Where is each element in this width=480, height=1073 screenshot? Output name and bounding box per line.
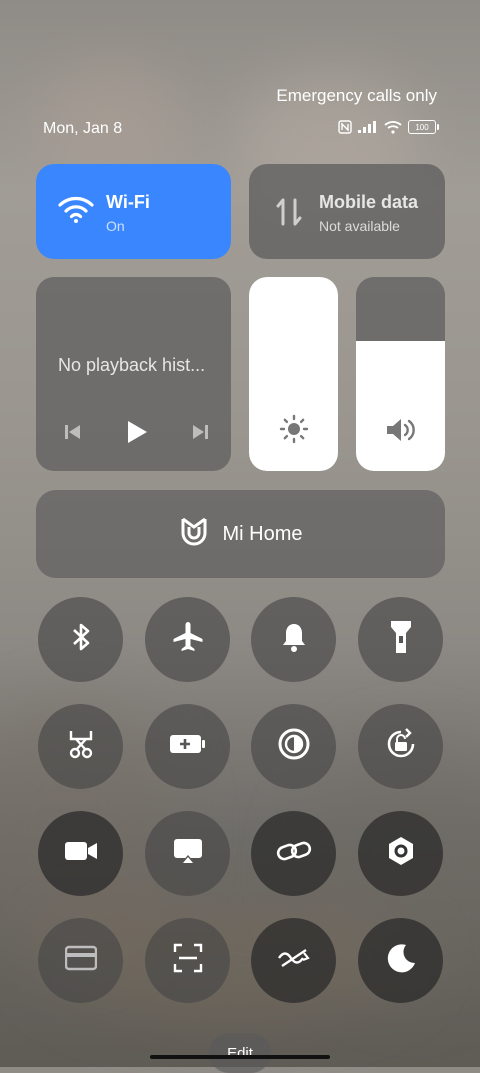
volume-level <box>356 341 445 471</box>
home-indicator[interactable] <box>150 1055 330 1059</box>
flashlight-icon <box>389 619 413 660</box>
next-icon[interactable] <box>191 423 209 446</box>
signal-icon <box>358 121 378 133</box>
cast-icon <box>173 838 203 869</box>
play-icon[interactable] <box>126 420 148 449</box>
mi-home-label: Mi Home <box>222 522 303 545</box>
scissors-icon <box>65 728 97 765</box>
mobile-data-title: Mobile data <box>319 192 419 212</box>
card-icon <box>64 945 97 976</box>
contrast-icon <box>277 727 311 766</box>
wifi-status: On <box>106 218 125 234</box>
link-toggle[interactable] <box>251 811 336 896</box>
card-toggle[interactable] <box>38 918 123 1003</box>
media-player[interactable]: No playback hist... <box>36 277 231 471</box>
mobile-data-tile[interactable]: Mobile data Not available <box>249 164 445 259</box>
airplane-toggle[interactable] <box>145 597 230 682</box>
link-icon <box>276 838 312 869</box>
rotation-lock-icon <box>384 727 418 766</box>
mobile-data-status: Not available <box>319 218 400 234</box>
status-icons: 100 <box>338 120 439 134</box>
carrier-status: Emergency calls only <box>276 86 437 105</box>
screenshot-toggle[interactable] <box>38 704 123 789</box>
cast-toggle[interactable] <box>145 811 230 896</box>
flashlight-toggle[interactable] <box>358 597 443 682</box>
screen-recorder-toggle[interactable] <box>38 811 123 896</box>
sync-icon <box>277 947 311 974</box>
media-status-text: No playback hist... <box>58 355 206 375</box>
bluetooth-icon <box>68 621 94 658</box>
battery-saver-toggle[interactable] <box>145 704 230 789</box>
do-not-disturb-toggle[interactable] <box>358 918 443 1003</box>
wifi-icon <box>58 194 94 229</box>
bluetooth-toggle[interactable] <box>38 597 123 682</box>
mi-home-button[interactable]: Mi Home <box>36 490 445 578</box>
wifi-title: Wi-Fi <box>106 192 150 212</box>
edit-button[interactable]: Edit <box>209 1033 271 1073</box>
battery-saver-icon <box>169 733 207 760</box>
mobile-data-icon <box>271 194 307 235</box>
volume-icon <box>384 416 418 449</box>
date-label: Mon, Jan 8 <box>43 120 123 137</box>
media-controls <box>64 420 209 449</box>
dark-mode-toggle[interactable] <box>251 704 336 789</box>
previous-icon[interactable] <box>64 423 82 446</box>
rotation-lock-toggle[interactable] <box>358 704 443 789</box>
mi-home-icon <box>178 515 210 553</box>
moon-icon <box>384 941 418 980</box>
wifi-tile[interactable]: Wi-Fi On <box>36 164 231 259</box>
battery-icon: 100 <box>408 120 439 134</box>
nfc-icon <box>338 120 352 134</box>
video-icon <box>64 840 98 867</box>
brightness-icon <box>279 414 309 449</box>
volume-slider[interactable] <box>356 277 445 471</box>
scan-icon <box>173 943 203 978</box>
airplane-icon <box>171 620 205 659</box>
sync-toggle[interactable] <box>251 918 336 1003</box>
sound-toggle[interactable] <box>251 597 336 682</box>
wifi-icon <box>384 120 402 134</box>
brightness-slider[interactable] <box>249 277 338 471</box>
hexagon-icon <box>385 835 417 872</box>
scanner-toggle[interactable] <box>145 918 230 1003</box>
bell-icon <box>279 621 309 658</box>
settings-toggle[interactable] <box>358 811 443 896</box>
